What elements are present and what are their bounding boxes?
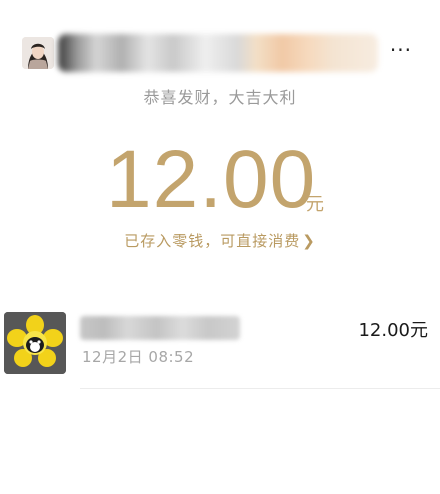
sender-avatar[interactable] (22, 37, 54, 69)
amount-unit: 元 (306, 194, 324, 215)
wallet-change-link[interactable]: 已存入零钱，可直接消费 ❯ (0, 230, 440, 251)
sunflower-avatar-icon (4, 312, 66, 374)
user-avatar-icon (22, 37, 54, 69)
wallet-change-text: 已存入零钱，可直接消费 (124, 232, 301, 250)
receiver-avatar[interactable] (4, 312, 66, 374)
receive-record-row[interactable]: 12月2日 08:52 12.00元 (0, 308, 440, 388)
greeting-message: 恭喜发财，大吉大利 (143, 88, 297, 107)
more-icon[interactable]: ··· (390, 40, 412, 60)
chevron-right-icon: ❯ (302, 232, 316, 250)
amount-value: 12.00 (106, 134, 317, 225)
receiver-name-blurred (80, 316, 240, 340)
receive-amount: 12.00元 (358, 320, 428, 341)
sender-name-blurred (58, 34, 378, 72)
receive-time: 12月2日 08:52 (82, 348, 195, 366)
divider (80, 388, 440, 389)
